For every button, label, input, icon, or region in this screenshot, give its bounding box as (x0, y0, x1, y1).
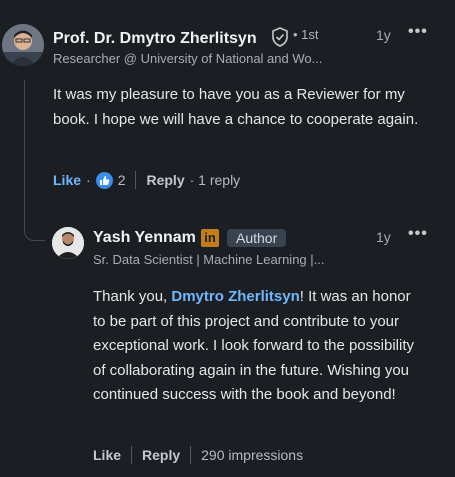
divider (131, 446, 133, 464)
reply-time: 1y (376, 229, 391, 245)
linkedin-icon: in (201, 229, 219, 247)
avatar-prof[interactable] (2, 24, 44, 66)
impressions-count: 290 impressions (201, 447, 304, 463)
mention-link[interactable]: Dmytro Zherlitsyn (171, 288, 299, 305)
comment-time: 1y (376, 27, 391, 43)
verified-shield-icon (271, 27, 289, 52)
reply-count[interactable]: · 1 reply (190, 172, 241, 188)
reply-button[interactable]: Reply (142, 447, 180, 463)
thread-connector (24, 200, 45, 241)
author-headline: Researcher @ University of National and … (53, 51, 323, 66)
like-reaction-icon (95, 171, 113, 189)
author-badge: Author (227, 229, 287, 247)
author-headline: Sr. Data Scientist | Machine Learning |.… (93, 252, 325, 267)
divider (190, 446, 192, 464)
more-options-icon[interactable]: ••• (408, 225, 428, 243)
more-options-icon[interactable]: ••• (408, 23, 428, 41)
reply-button[interactable]: Reply (146, 172, 184, 188)
reply-text-suffix: ! It was an honor to be part of this pro… (93, 288, 414, 403)
connection-degree: • 1st (293, 27, 319, 42)
like-button[interactable]: Like (93, 447, 121, 463)
reply-text-prefix: Thank you, (93, 288, 172, 305)
comment-text: It was my pleasure to have you as a Revi… (53, 86, 419, 128)
like-count[interactable]: 2 (118, 172, 126, 188)
separator-dot: · (86, 172, 91, 188)
reply-text: Thank you, Dmytro Zherlitsyn! It was an … (93, 285, 423, 408)
comment-thread: Prof. Dr. Dmytro Zherlitsyn • 1st 1y •••… (0, 0, 455, 477)
like-button[interactable]: Like (53, 172, 81, 188)
author-name[interactable]: Yash Yennam (93, 229, 196, 247)
avatar-yash[interactable] (52, 227, 84, 259)
reply-actions: Like Reply 290 impressions (93, 446, 303, 464)
author-name[interactable]: Prof. Dr. Dmytro Zherlitsyn (53, 30, 257, 48)
comment-actions: Like · 2 Reply · 1 reply (53, 171, 240, 189)
divider (135, 171, 137, 189)
